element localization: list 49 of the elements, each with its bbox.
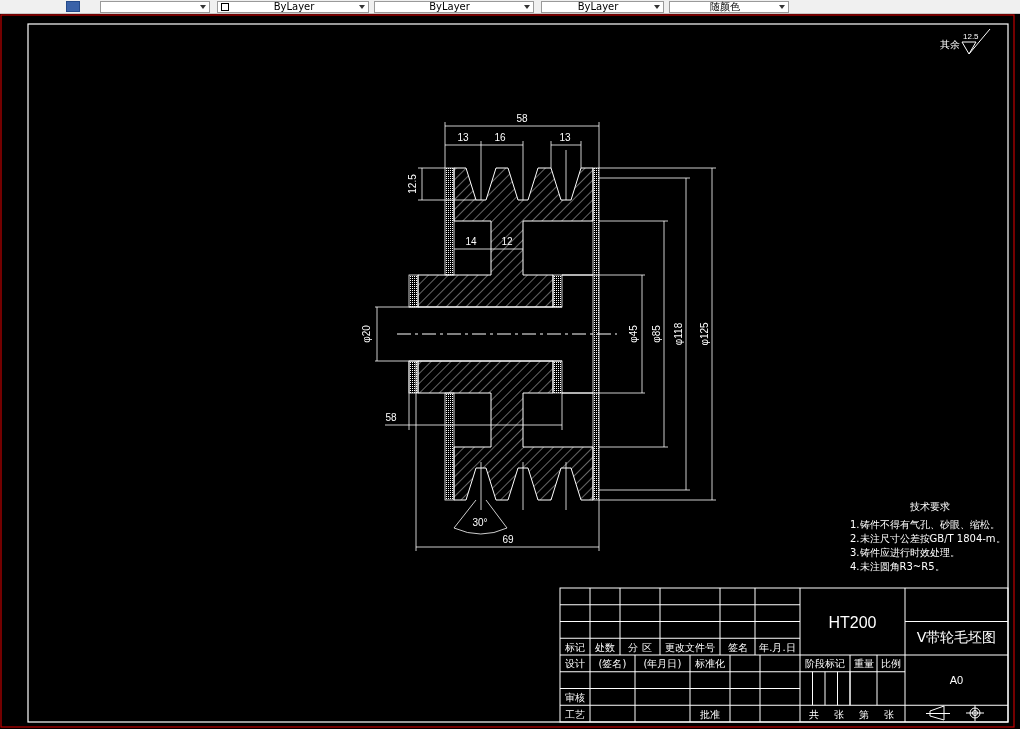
title-block-label: 张	[834, 708, 844, 720]
title-block-label: (年月日)	[643, 658, 682, 670]
dimension-label: 13	[559, 132, 571, 143]
dimension-label: 13	[457, 132, 469, 143]
title-block-label: 批准	[700, 708, 720, 720]
drawing-number: A0	[949, 674, 964, 687]
material-text: HT200	[828, 613, 877, 631]
dimension-label: φ20	[361, 325, 372, 343]
roughness-value: 12.5	[963, 32, 979, 41]
title-block-label: 年.月.日	[759, 641, 796, 653]
title-block-label: 重量	[853, 658, 874, 670]
title-block-label: 签名	[727, 641, 748, 653]
requirement-text: 3.铸件应进行时效处理。	[850, 547, 960, 558]
requirement-text: 4.未注圆角R3~R5。	[850, 561, 945, 572]
title-block-label: 张	[884, 708, 894, 720]
requirement-text: 2.未注尺寸公差按GB/T 1804-m。	[850, 533, 1006, 544]
dimension-label: 12	[501, 236, 513, 247]
drawing-title: V带轮毛坯图	[916, 629, 997, 646]
title-block-label: 阶段标记	[805, 658, 845, 670]
dropdown[interactable]: ByLayer	[374, 0, 534, 13]
dimension-label: 69	[502, 534, 514, 545]
dimension-label: 30°	[472, 517, 488, 528]
dimension-label: φ45	[628, 325, 639, 343]
dimension-label: 12.5	[407, 174, 418, 194]
title-block-label: 标记	[565, 641, 585, 653]
dimension-label: 58	[516, 113, 528, 124]
title-block-label: 标准化	[695, 658, 725, 670]
title-block-label: 处数	[595, 641, 615, 653]
dropdown[interactable]: 随颜色	[669, 0, 789, 13]
title-block-label: 分 区	[628, 641, 652, 653]
title-block-label: 设计	[565, 658, 585, 670]
dimension-label: φ125	[699, 322, 710, 346]
requirement-text: 1.铸件不得有气孔、砂眼、缩松。	[850, 519, 1000, 530]
dimension-label: 14	[465, 236, 477, 247]
title-block-label: 共	[809, 708, 819, 720]
title-block-label: 审核	[565, 691, 585, 703]
title-block-label: (签名)	[598, 658, 627, 670]
requirements-title: 技术要求	[910, 501, 950, 512]
dropdown[interactable]: ByLayer	[541, 0, 664, 13]
dimension-label: 58	[385, 412, 397, 423]
title-block-label: 工艺	[565, 708, 585, 720]
dimension-label: φ85	[651, 325, 662, 343]
title-block-label: 比例	[881, 658, 901, 670]
roughness-label: 其余	[940, 39, 960, 50]
dropdown[interactable]: ByLayer	[217, 0, 369, 13]
dimension-label: φ118	[673, 322, 684, 346]
dimension-label: 16	[494, 132, 506, 143]
title-block-label: 更改文件号	[665, 641, 715, 653]
title-block-label: 第	[859, 708, 869, 720]
